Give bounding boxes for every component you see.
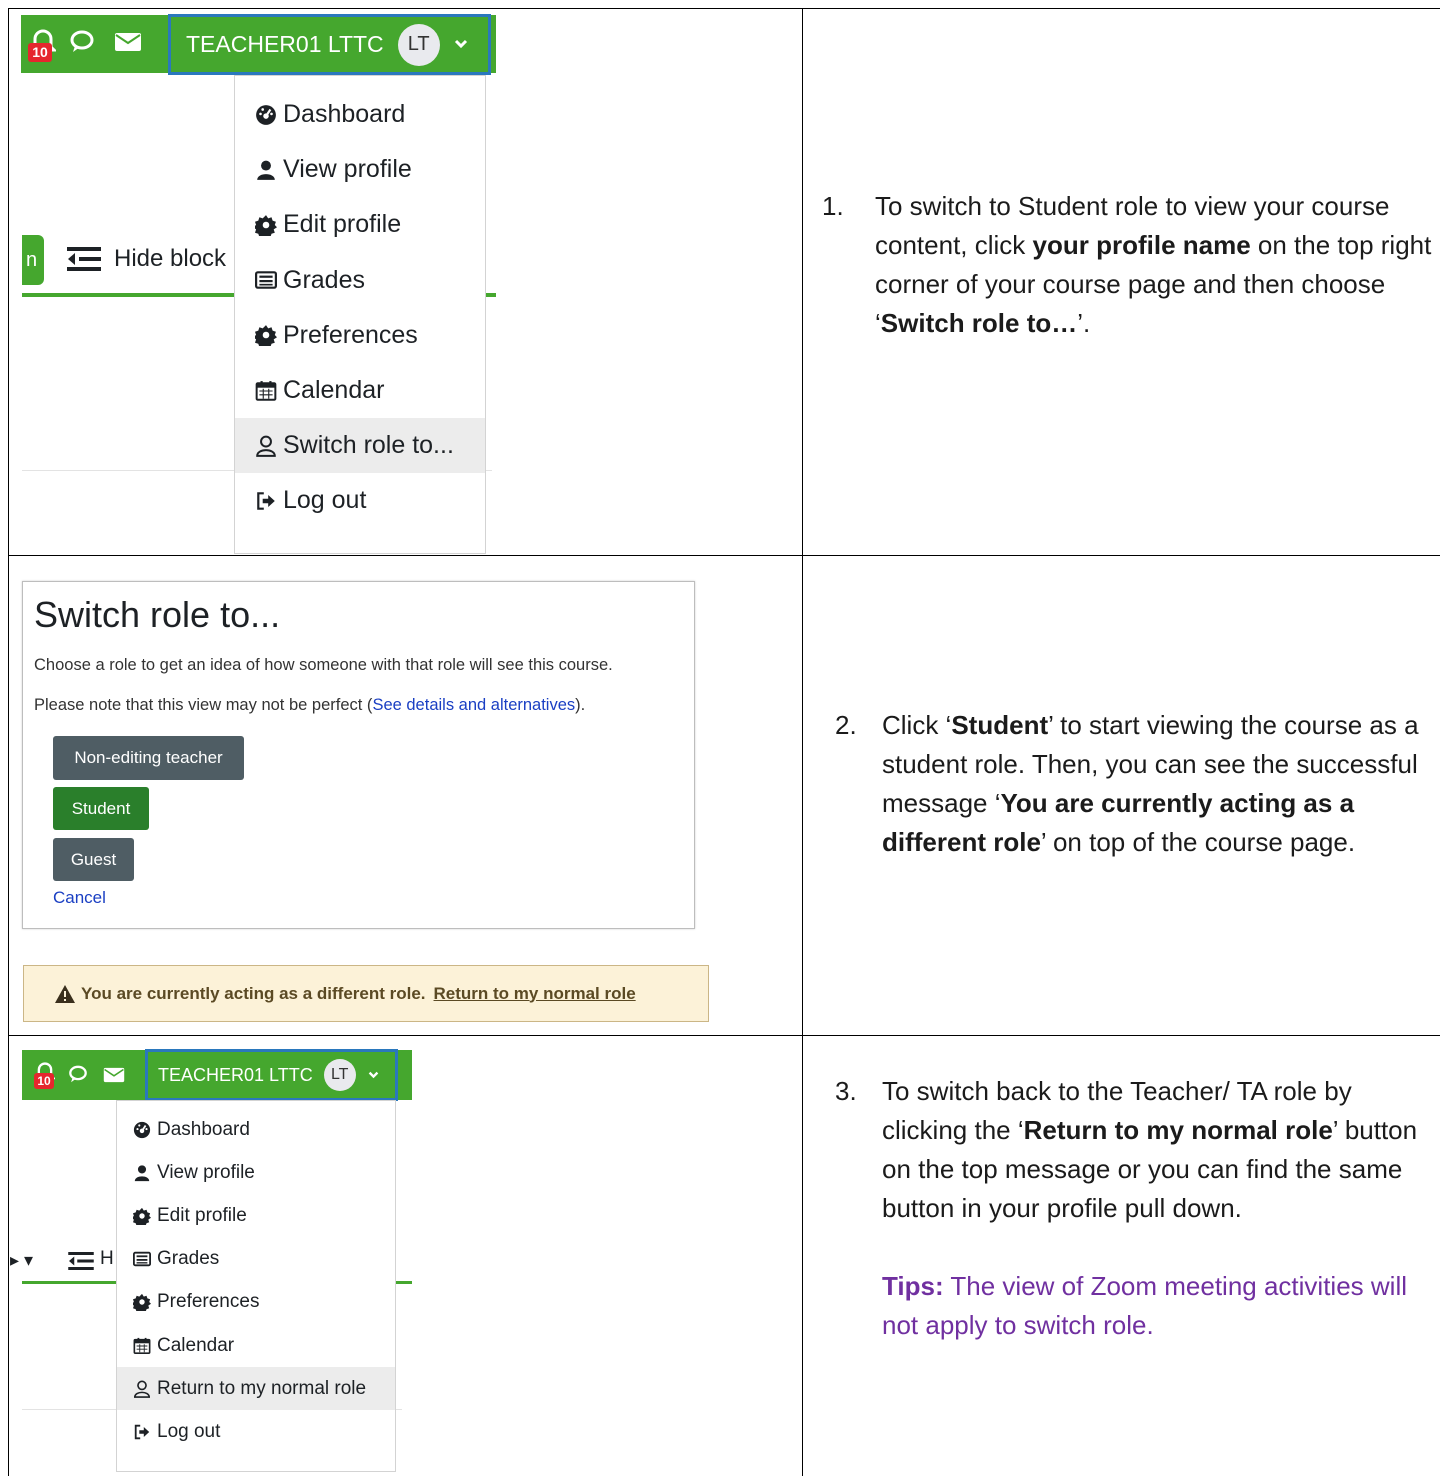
user-name: TEACHER01 LTTC [158, 1064, 313, 1085]
instruction-2: 2. Click ‘Student’ to start viewing the … [835, 706, 1433, 862]
menu-item-grades[interactable]: Grades [117, 1238, 395, 1281]
instruction-text: To switch back to the Teacher/ TA role b… [882, 1076, 1418, 1223]
cog-icon [255, 214, 277, 236]
mail-icon[interactable] [103, 1067, 125, 1088]
calendar-icon [133, 1337, 151, 1355]
menu-item-label: Edit profile [283, 210, 402, 239]
menu-item-preferences[interactable]: Preferences [235, 308, 485, 363]
avatar: LT [397, 23, 440, 66]
user-icon [133, 1164, 151, 1182]
avatar: LT [323, 1059, 356, 1091]
user-outline-icon [255, 435, 277, 457]
warning-icon [54, 984, 76, 1004]
instruction-3: 3. To switch back to the Teacher/ TA rol… [835, 1072, 1433, 1345]
menu-item-view-profile[interactable]: View profile [117, 1151, 395, 1194]
menu-item-label: View profile [283, 155, 412, 184]
menu-item-dashboard[interactable]: Dashboard [235, 87, 485, 142]
menu-item-label: View profile [157, 1161, 255, 1183]
role-button-student[interactable]: Student [53, 787, 149, 830]
instruction-number: 3. [835, 1076, 857, 1106]
page-title: Switch role to... [34, 594, 281, 635]
cancel-link[interactable]: Cancel [53, 888, 106, 908]
messages-icon[interactable] [69, 30, 95, 59]
user-menu-button[interactable]: TEACHER01 LTTC LT [145, 1049, 398, 1101]
calendar-icon [255, 380, 277, 402]
section3-screenshot: 10 TEACHER01 LTTC LT ▸ ▾ H Dashboard View… [9, 1036, 801, 1476]
details-link[interactable]: See details and alternatives [372, 696, 575, 714]
hide-blocks-icon[interactable] [67, 1252, 95, 1275]
sign-out-icon [255, 490, 277, 512]
menu-item-calendar[interactable]: Calendar [117, 1324, 395, 1367]
section2-screenshot: Switch role to... Choose a role to get a… [9, 556, 801, 1034]
menu-item-edit-profile[interactable]: Edit profile [117, 1194, 395, 1237]
user-menu-button[interactable]: TEACHER01 LTTC LT [168, 14, 491, 75]
section1-screenshot: 10 TEACHER01 LTTC LT n Hide block Dashbo… [9, 9, 801, 554]
cog-icon [133, 1293, 151, 1312]
tips-text: Tips: The view of Zoom meeting activitie… [882, 1271, 1407, 1340]
notification-badge: 10 [28, 43, 52, 62]
instruction-1: 1. To switch to Student role to view you… [822, 187, 1434, 343]
menu-item-calendar[interactable]: Calendar [235, 363, 485, 418]
switch-role-panel: Switch role to... Choose a role to get a… [22, 581, 695, 929]
messages-icon[interactable] [68, 1065, 88, 1089]
menu-item-label: Dashboard [157, 1118, 250, 1140]
user-dropdown-menu: Dashboard View profile Edit profile Grades P… [234, 75, 486, 554]
user-dropdown-menu: Dashboard View profile Edit profile Grades P… [116, 1100, 396, 1472]
menu-item-label: Grades [283, 265, 365, 294]
switch-role-description: Choose a role to get an idea of how some… [34, 656, 613, 674]
menu-item-dashboard[interactable]: Dashboard [117, 1108, 395, 1151]
menu-item-log-out[interactable]: Log out [235, 473, 485, 528]
cog-icon [133, 1207, 151, 1225]
return-to-normal-role-link[interactable]: Return to my normal role [434, 984, 636, 1004]
dashboard-icon [255, 104, 277, 126]
menu-item-label: Grades [157, 1248, 220, 1270]
user-name: TEACHER01 LTTC [186, 31, 384, 57]
dashboard-icon [133, 1121, 151, 1139]
menu-item-label: Log out [283, 486, 367, 515]
menu-item-label: Preferences [283, 320, 418, 349]
hide-blocks-label[interactable]: Hide block [114, 245, 226, 273]
menu-item-label: Edit profile [157, 1204, 247, 1226]
switch-role-note: Please note that this view may not be pe… [34, 696, 586, 714]
instruction-text: To switch to Student role to view your c… [875, 191, 1432, 338]
menu-item-label: Preferences [157, 1291, 260, 1313]
user-icon [255, 159, 277, 181]
menu-item-return-to-my-normal-role[interactable]: Return to my normal role [117, 1367, 395, 1411]
menu-item-grades[interactable]: Grades [235, 253, 485, 308]
sign-out-icon [133, 1423, 151, 1441]
table-icon [133, 1250, 151, 1268]
alert-message: You are currently acting as a different … [81, 983, 426, 1003]
chevron-down-icon [454, 36, 468, 54]
hide-blocks-label-fragment: H [100, 1248, 114, 1269]
menu-item-label: Switch role to... [283, 431, 454, 460]
menu-item-label: Calendar [283, 376, 385, 405]
menu-item-view-profile[interactable]: View profile [235, 142, 485, 197]
table-icon [255, 269, 277, 291]
menu-item-preferences[interactable]: Preferences [117, 1281, 395, 1324]
menu-item-switch-role-to[interactable]: Switch role to... [235, 418, 485, 474]
role-alert: You are currently acting as a different … [23, 965, 709, 1022]
hide-blocks-icon[interactable] [67, 247, 101, 276]
cog-icon [255, 324, 277, 347]
menu-item-label: Calendar [157, 1334, 235, 1356]
instruction-number: 2. [835, 710, 857, 740]
instruction-number: 1. [822, 191, 844, 221]
user-outline-icon [133, 1380, 151, 1398]
menu-item-log-out[interactable]: Log out [117, 1410, 395, 1453]
role-button-non-editing-teacher[interactable]: Non-editing teacher [53, 736, 244, 780]
role-button-guest[interactable]: Guest [53, 838, 134, 881]
menu-item-label: Return to my normal role [157, 1377, 367, 1399]
chevron-down-icon [368, 1066, 379, 1084]
mail-icon[interactable] [114, 32, 142, 57]
course-tab-fragment[interactable]: n [22, 235, 44, 285]
action-menu-fragment-icon[interactable]: ▸ ▾ [10, 1250, 33, 1271]
notification-badge: 10 [34, 1073, 54, 1089]
table-divider-column [802, 8, 803, 1476]
menu-item-label: Dashboard [283, 100, 406, 129]
menu-item-edit-profile[interactable]: Edit profile [235, 197, 485, 252]
menu-item-label: Log out [157, 1420, 221, 1442]
instruction-text: Click ‘Student’ to start viewing the cou… [882, 710, 1419, 857]
